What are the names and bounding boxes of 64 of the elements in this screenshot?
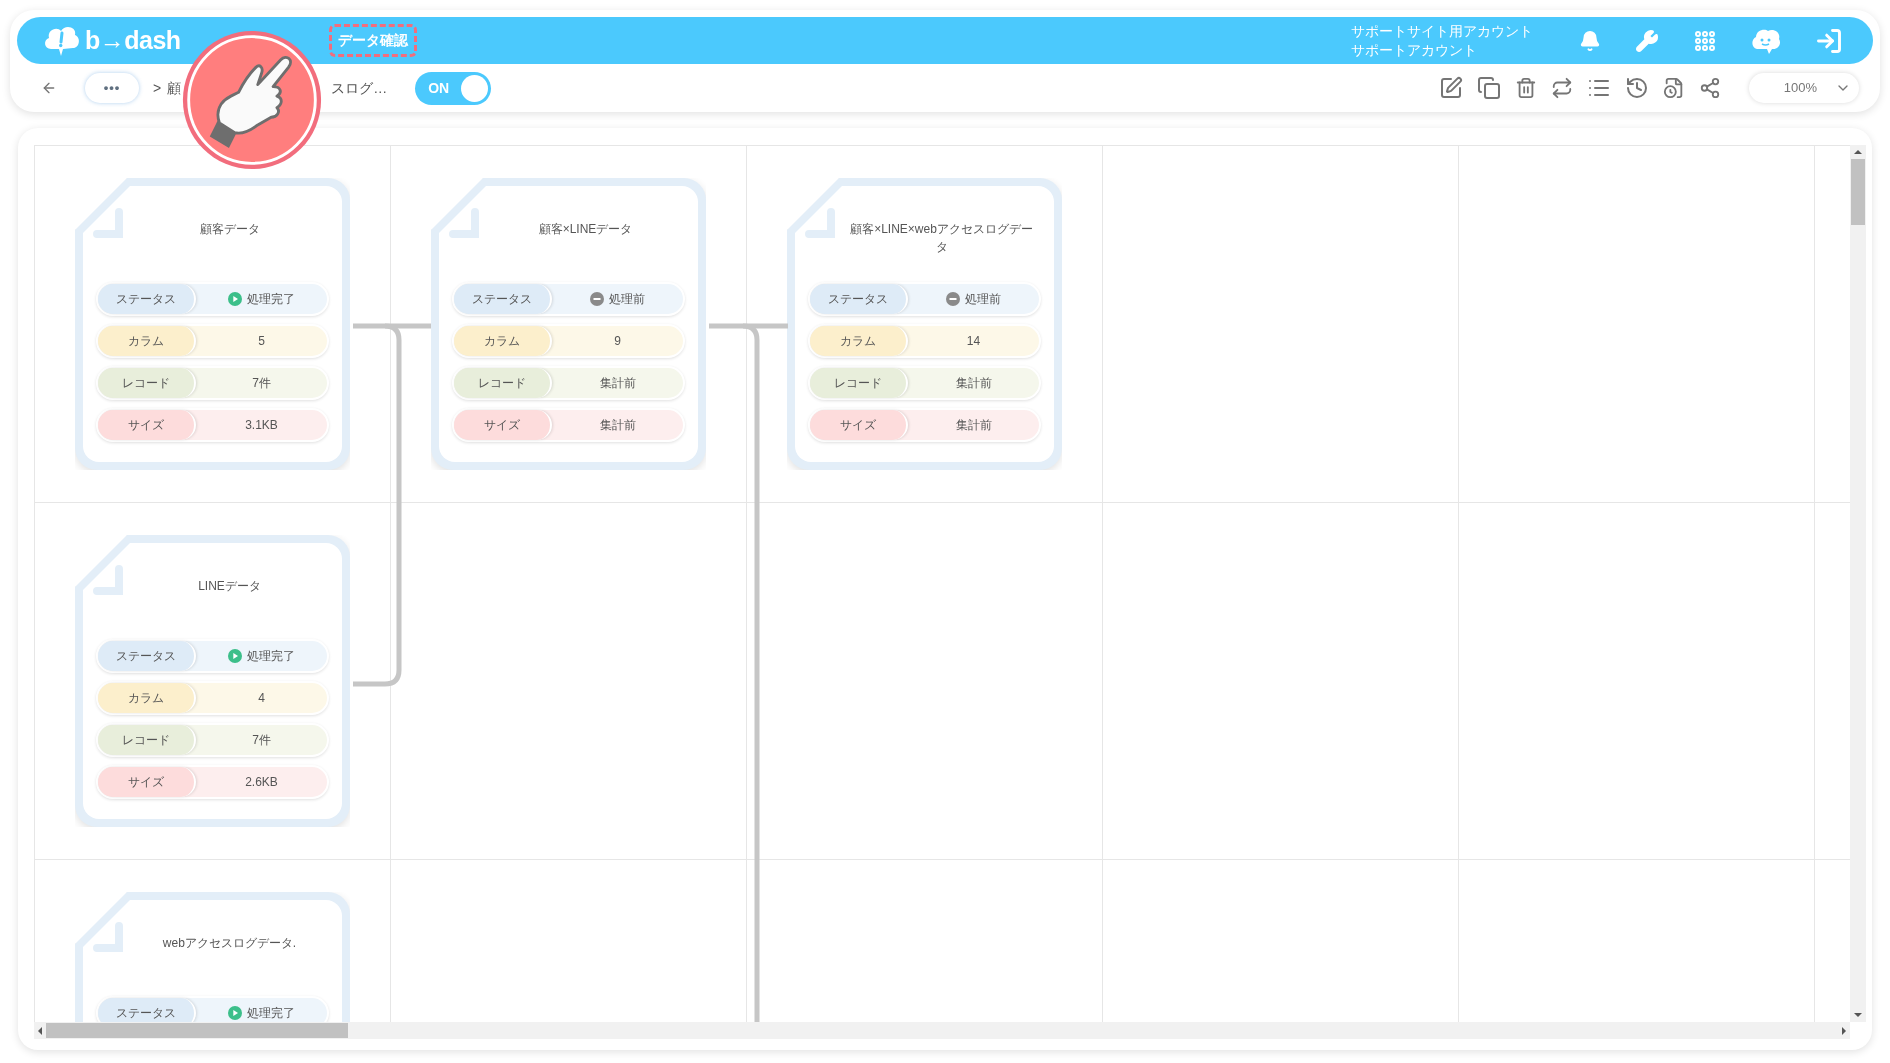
copy-icon[interactable] bbox=[1477, 76, 1501, 100]
field-value: 処理完了 bbox=[247, 1005, 295, 1022]
account-name: サポートアカウント bbox=[1351, 40, 1478, 60]
field-label: レコード bbox=[810, 368, 908, 398]
scrollbar-thumb[interactable] bbox=[1851, 159, 1865, 225]
scrollbar-thumb[interactable] bbox=[46, 1023, 348, 1038]
field-value: 3.1KB bbox=[245, 417, 278, 434]
field-label: ステータス bbox=[98, 641, 196, 671]
field-label: カラム bbox=[98, 326, 196, 356]
field-value: 7件 bbox=[252, 732, 271, 749]
field-label: サイズ bbox=[454, 410, 552, 440]
data-card[interactable]: 顧客×LINE×webアクセスログデータ ステータス 処理前 カラム 14 レコード 集計前 サイズ 集計前 bbox=[787, 178, 1062, 470]
field-value: 処理前 bbox=[609, 291, 645, 308]
account-name: サポートサイト用アカウント bbox=[1351, 21, 1533, 41]
card-title: webアクセスログデータ. bbox=[161, 935, 298, 952]
field-value: 処理完了 bbox=[247, 291, 295, 308]
field-label: カラム bbox=[98, 683, 196, 713]
history-icon[interactable] bbox=[1625, 76, 1649, 100]
file-refresh-icon[interactable] bbox=[1663, 77, 1685, 99]
more-button[interactable]: ••• bbox=[85, 73, 139, 103]
horizontal-scrollbar[interactable] bbox=[34, 1022, 1850, 1039]
card-title: LINEデータ bbox=[197, 578, 262, 595]
trash-icon[interactable] bbox=[1515, 77, 1537, 99]
field-label: レコード bbox=[454, 368, 552, 398]
field-value: 14 bbox=[966, 333, 981, 350]
share-icon[interactable] bbox=[1699, 77, 1721, 99]
field-label: レコード bbox=[98, 368, 196, 398]
field-value: 集計前 bbox=[599, 375, 636, 392]
field-value: 4 bbox=[258, 690, 265, 707]
edit-icon[interactable] bbox=[1439, 76, 1463, 100]
field-label: ステータス bbox=[810, 284, 908, 314]
vertical-scrollbar[interactable] bbox=[1850, 145, 1866, 1022]
logo-text: b→dash bbox=[85, 24, 181, 56]
data-card[interactable]: webアクセスログデータ. ステータス 処理完了 bbox=[75, 892, 350, 1022]
field-label: カラム bbox=[454, 326, 552, 356]
field-value: 集計前 bbox=[599, 417, 636, 434]
field-label: サイズ bbox=[810, 410, 908, 440]
breadcrumb-separator: > bbox=[153, 78, 162, 98]
field-value: 5 bbox=[258, 333, 265, 350]
field-value: 9 bbox=[614, 333, 621, 350]
card-title: 顧客データ bbox=[198, 221, 261, 238]
data-card[interactable]: 顧客×LINEデータ ステータス 処理前 カラム 9 レコード 集計前 サイズ 集計前 bbox=[431, 178, 706, 470]
field-value: 処理完了 bbox=[247, 648, 295, 665]
field-value: 集計前 bbox=[955, 417, 992, 434]
field-label: ステータス bbox=[98, 284, 196, 314]
field-label: カラム bbox=[810, 326, 908, 356]
card-title: 顧客×LINE×webアクセスログデータ bbox=[849, 221, 1034, 256]
back-icon[interactable] bbox=[41, 80, 57, 96]
field-label: ステータス bbox=[454, 284, 552, 314]
card-title: 顧客×LINEデータ bbox=[537, 221, 634, 238]
field-value: 7件 bbox=[252, 375, 271, 392]
data-card[interactable]: LINEデータ ステータス 処理完了 カラム 4 レコード 7件 サイズ 2.6KB bbox=[75, 535, 350, 827]
field-label: サイズ bbox=[98, 767, 196, 797]
field-value: 処理前 bbox=[965, 291, 1001, 308]
field-label: サイズ bbox=[98, 410, 196, 440]
data-card[interactable]: 顧客データ ステータス 処理完了 カラム 5 レコード 7件 サイズ 3.1KB bbox=[75, 178, 350, 470]
breadcrumb-link[interactable]: 顧 bbox=[167, 77, 182, 99]
field-label: レコード bbox=[98, 725, 196, 755]
field-label: ステータス bbox=[98, 998, 196, 1022]
zoom-select[interactable]: 100% bbox=[1749, 73, 1859, 103]
breadcrumb-link[interactable]: スログ… bbox=[331, 77, 388, 99]
field-value: 集計前 bbox=[955, 375, 992, 392]
repeat-icon[interactable] bbox=[1551, 77, 1573, 99]
field-value: 2.6KB bbox=[245, 774, 278, 791]
